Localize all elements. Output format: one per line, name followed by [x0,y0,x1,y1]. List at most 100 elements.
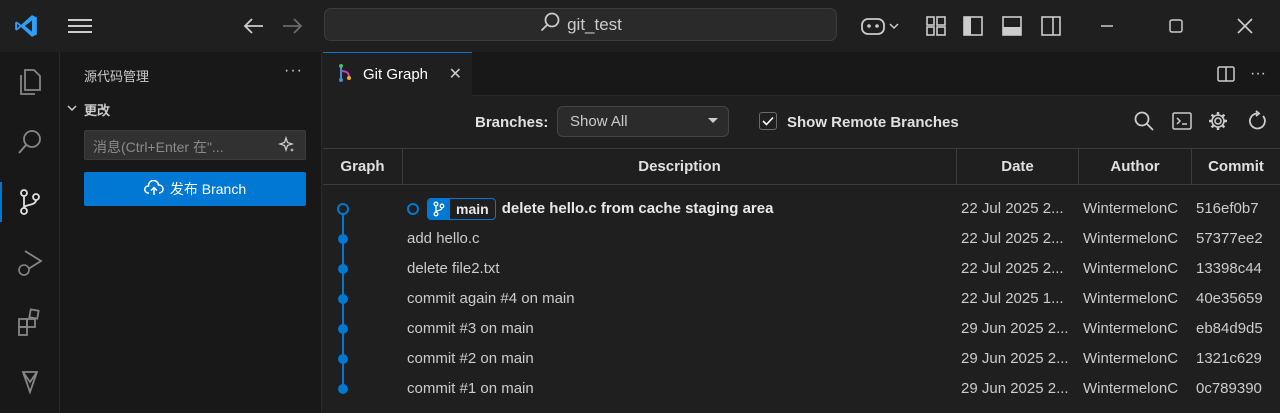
commit-author-cell: WintermelonC [1083,320,1179,337]
forward-arrow-icon[interactable] [278,12,306,40]
table-row[interactable]: add hello.c 22 Jul 2025 2... WintermelonC 5… [323,224,1280,254]
commit-date-cell: 22 Jul 2025 2... [961,260,1064,277]
commit-message-input[interactable]: 消息(Ctrl+Enter 在"... [84,130,306,160]
checkmark-icon [762,116,774,126]
commit-message: add hello.c [407,230,480,247]
table-row[interactable]: commit #2 on main 29 Jun 2025 2... Winterm… [323,344,1280,374]
branch-select-dropdown[interactable]: Show All [557,106,729,137]
branch-name: main [456,201,489,218]
commit-hash-cell: eb84d9d5 [1196,320,1263,337]
close-icon[interactable] [1231,12,1259,40]
changes-section-header[interactable]: 更改 [66,100,110,119]
branch-select-value: Show All [570,113,628,130]
terminal-icon[interactable] [1171,110,1193,135]
more-actions-icon[interactable]: ··· [284,62,303,80]
commit-description-cell: commit #3 on main [407,314,953,344]
toggle-panel-icon[interactable] [998,12,1026,40]
tab-bar: Git Graph ✕ ··· [323,52,1280,96]
commit-author-cell: WintermelonC [1083,350,1179,367]
explorer-icon[interactable] [0,58,60,106]
commit-author-cell: WintermelonC [1083,380,1179,397]
dropdown-caret-icon [708,118,718,123]
copilot-icon[interactable] [858,12,902,40]
command-center-search[interactable]: git_test [324,8,837,41]
commit-message: commit #2 on main [407,350,534,367]
git-graph-controls: Branches: Show All Show Remote Branches [323,96,1280,148]
commit-message: commit #3 on main [407,320,534,337]
branch-badge[interactable]: main [427,198,496,221]
show-remote-branches-checkbox[interactable] [759,112,777,130]
toggle-primary-sidebar-icon[interactable] [959,12,987,40]
more-actions-icon[interactable]: ··· [1250,64,1266,87]
menu-icon[interactable] [66,12,94,40]
minimize-icon[interactable] [1093,12,1121,40]
vscode-logo-icon [12,12,40,40]
table-row[interactable]: commit #1 on main 29 Jun 2025 2... Winterm… [323,374,1280,404]
tab-git-graph[interactable]: Git Graph ✕ [323,52,472,96]
table-row[interactable]: main delete hello.c from cache staging ar… [323,194,1280,224]
run-debug-icon[interactable] [0,238,60,286]
publish-branch-label: 发布 Branch [169,181,247,197]
table-header: Graph Description Date Author Commit [323,148,1280,185]
toggle-secondary-sidebar-icon[interactable] [1037,12,1065,40]
back-arrow-icon[interactable] [240,12,268,40]
extensions-icon[interactable] [0,298,60,346]
layout-icon[interactable] [922,12,950,40]
commit-date-cell: 29 Jun 2025 2... [961,380,1069,397]
gear-icon[interactable] [1207,110,1229,135]
changes-label: 更改 [84,103,111,118]
commit-hash-cell: 57377ee2 [1196,230,1263,247]
commit-author-cell: WintermelonC [1083,260,1179,277]
chevron-down-icon [66,102,78,117]
commit-description-cell: delete file2.txt [407,254,953,284]
column-header-date[interactable]: Date [957,149,1079,185]
table-row[interactable]: commit #3 on main 29 Jun 2025 2... Winterm… [323,314,1280,344]
commit-date-cell: 22 Jul 2025 1... [961,290,1064,307]
column-header-author[interactable]: Author [1079,149,1192,185]
sidebar-title: 源代码管理 [84,69,150,84]
editor-actions: ··· [1216,64,1266,87]
maximize-icon[interactable] [1162,12,1190,40]
commit-description-cell: commit #2 on main [407,344,953,374]
column-header-description[interactable]: Description [403,149,957,185]
refresh-icon[interactable] [1246,110,1268,135]
search-icon[interactable] [0,118,60,166]
tab-label: Git Graph [363,66,429,83]
commit-author-cell: WintermelonC [1083,230,1179,247]
commit-hash-cell: 516ef0b7 [1196,200,1259,217]
cloud-upload-icon [143,179,164,199]
branches-label: Branches: [475,114,549,131]
table-row[interactable]: delete file2.txt 22 Jul 2025 2... Winterme… [323,254,1280,284]
commit-author-cell: WintermelonC [1083,200,1179,217]
sparkle-icon[interactable] [277,135,296,157]
title-bar: git_test [0,0,1280,52]
uncommitted-dot-icon [407,203,419,216]
tab-close-icon[interactable]: ✕ [449,64,462,84]
source-control-icon[interactable] [0,178,60,226]
source-control-sidebar: 源代码管理 ··· 更改 消息(Ctrl+Enter 在"... 发布 Bran… [60,52,322,413]
search-icon[interactable] [1133,110,1155,135]
commit-date-cell: 22 Jul 2025 2... [961,200,1064,217]
commit-description-cell: add hello.c [407,224,953,254]
commit-date-cell: 29 Jun 2025 2... [961,350,1069,367]
commit-description-cell: commit #1 on main [407,374,953,404]
show-remote-branches-label: Show Remote Branches [787,114,959,131]
branch-icon [428,199,450,220]
column-header-commit[interactable]: Commit [1192,149,1280,185]
commit-description-cell: commit again #4 on main [407,284,953,314]
commit-message: delete file2.txt [407,260,500,277]
commit-message: delete hello.c from cache staging area [501,200,774,217]
commit-hash-cell: 0c789390 [1196,380,1262,397]
editor-area: Git Graph ✕ ··· Branches: Show All Show … [323,52,1280,413]
git-graph-activity-icon[interactable] [0,358,60,406]
split-editor-icon[interactable] [1216,64,1236,87]
table-row[interactable]: commit again #4 on main 22 Jul 2025 1... W… [323,284,1280,314]
commit-date-cell: 22 Jul 2025 2... [961,230,1064,247]
commit-description-cell: main delete hello.c from cache staging ar… [407,194,953,224]
activity-bar [0,52,60,413]
commit-author-cell: WintermelonC [1083,290,1179,307]
publish-branch-button[interactable]: 发布 Branch [84,172,306,206]
commit-hash-cell: 13398c44 [1196,260,1262,277]
column-header-graph[interactable]: Graph [323,149,403,185]
commit-hash-cell: 1321c629 [1196,350,1262,367]
